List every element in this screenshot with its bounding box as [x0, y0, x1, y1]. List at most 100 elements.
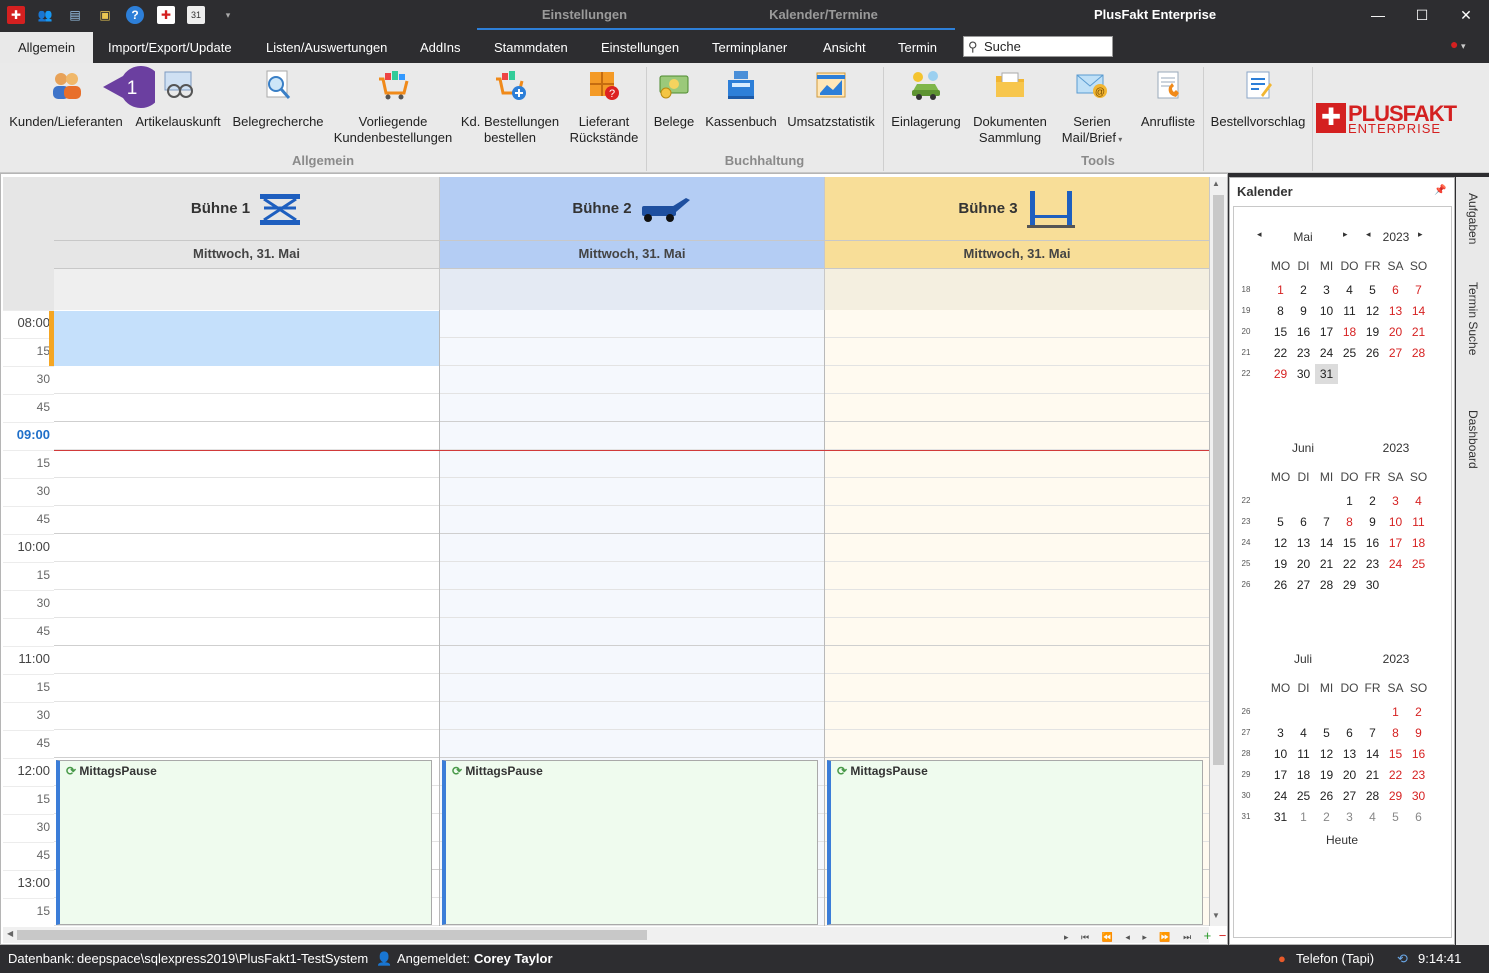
resource-header-buehne-2[interactable]: Bühne 2	[440, 177, 825, 240]
calendar-day[interactable]: 23	[1407, 765, 1430, 785]
calendar-day[interactable]: 30	[1361, 575, 1384, 595]
time-slot[interactable]	[440, 562, 824, 590]
calendar-day[interactable]: 29	[1269, 364, 1292, 384]
calendar-day[interactable]: 7	[1361, 723, 1384, 743]
tab-import-export[interactable]: Import/Export/Update	[90, 32, 250, 63]
time-slot[interactable]	[440, 674, 824, 702]
time-slot[interactable]	[440, 646, 824, 674]
maximize-button[interactable]: ☐	[1399, 0, 1445, 30]
time-slot[interactable]	[825, 450, 1209, 478]
side-tab-aufgaben[interactable]: Aufgaben	[1466, 193, 1480, 244]
selected-time-range[interactable]	[54, 311, 439, 366]
time-slot[interactable]	[440, 618, 824, 646]
pin-icon[interactable]: 📌	[1434, 185, 1446, 196]
calendar-day[interactable]: 27	[1384, 343, 1407, 363]
calendar-day[interactable]: 8	[1338, 512, 1361, 532]
calendar-day[interactable]: 10	[1269, 744, 1292, 764]
customize-qa-icon[interactable]: ▾	[219, 6, 237, 24]
calendar-day[interactable]: 28	[1407, 343, 1430, 363]
calendar-day[interactable]: 6	[1292, 512, 1315, 532]
calendar-day[interactable]: 9	[1407, 723, 1430, 743]
calendar-day[interactable]: 14	[1361, 744, 1384, 764]
calendar-day[interactable]: 31	[1315, 364, 1338, 384]
time-slot[interactable]	[440, 422, 824, 450]
package-quick-icon[interactable]: ▣	[96, 6, 114, 24]
time-slot[interactable]	[440, 310, 824, 338]
calendar-day[interactable]: 7	[1315, 512, 1338, 532]
calendar-day[interactable]: 25	[1292, 786, 1315, 806]
time-slot[interactable]	[54, 590, 439, 618]
calendar-day[interactable]: 31	[1269, 807, 1292, 827]
calendar-day[interactable]: 13	[1292, 533, 1315, 553]
einlagerung-button[interactable]: Einlagerung	[890, 67, 962, 130]
resource-header-buehne-1[interactable]: Bühne 1	[54, 177, 440, 240]
time-slot[interactable]	[825, 730, 1209, 758]
date-header[interactable]: Mittwoch, 31. Mai	[440, 240, 825, 268]
scroll-thumb[interactable]	[17, 930, 647, 940]
document-quick-icon[interactable]: ▤	[66, 6, 84, 24]
bestellvorschlag-button[interactable]: Bestellvorschlag	[1210, 67, 1306, 130]
calendar-day[interactable]: 27	[1338, 786, 1361, 806]
calendar-quick-icon[interactable]: 31	[187, 6, 205, 24]
calendar-day[interactable]: 30	[1292, 364, 1315, 384]
calendar-day[interactable]: 3	[1269, 723, 1292, 743]
time-slot[interactable]	[54, 422, 439, 450]
calendar-day[interactable]: 19	[1361, 322, 1384, 342]
horizontal-scrollbar[interactable]: ◀	[3, 927, 1209, 943]
calendar-day[interactable]: 28	[1361, 786, 1384, 806]
calendar-day[interactable]: 11	[1292, 744, 1315, 764]
calendar-day[interactable]: 4	[1407, 491, 1430, 511]
time-slot[interactable]	[440, 366, 824, 394]
kassenbuch-button[interactable]: Kassenbuch	[705, 67, 777, 130]
calendar-day[interactable]: 2	[1292, 280, 1315, 300]
tab-ansicht[interactable]: Ansicht	[805, 32, 884, 63]
calendar-day[interactable]: 6	[1384, 280, 1407, 300]
belege-button[interactable]: Belege	[652, 67, 696, 130]
next-month-icon[interactable]: ▸	[1343, 229, 1348, 240]
calendar-day[interactable]: 26	[1269, 575, 1292, 595]
belegrecherche-button[interactable]: Belegrecherche	[232, 67, 324, 130]
tab-allgemein[interactable]: Allgemein	[0, 32, 94, 63]
calendar-day[interactable]: 5	[1269, 512, 1292, 532]
time-slot[interactable]	[825, 338, 1209, 366]
time-slot[interactable]	[54, 562, 439, 590]
calendar-day[interactable]: 9	[1292, 301, 1315, 321]
anrufliste-button[interactable]: Anrufliste	[1136, 67, 1200, 130]
calendar-day[interactable]: 27	[1292, 575, 1315, 595]
time-slot[interactable]	[825, 646, 1209, 674]
time-slot[interactable]	[54, 674, 439, 702]
time-slot[interactable]	[54, 702, 439, 730]
tab-addins[interactable]: AddIns	[402, 32, 478, 63]
phone-status[interactable]: Telefon (Tapi)	[1296, 945, 1374, 973]
remove-icon[interactable]: −	[1219, 928, 1227, 943]
time-slot[interactable]	[825, 674, 1209, 702]
time-slot[interactable]	[825, 506, 1209, 534]
calendar-day[interactable]: 13	[1338, 744, 1361, 764]
time-slot[interactable]	[825, 534, 1209, 562]
calendar-day[interactable]: 6	[1407, 807, 1430, 827]
prev-month-icon[interactable]: ◂	[1257, 229, 1262, 240]
time-slot[interactable]	[440, 702, 824, 730]
help-icon[interactable]: ?	[126, 6, 144, 24]
calendar-day[interactable]: 4	[1361, 807, 1384, 827]
time-slot[interactable]	[440, 450, 824, 478]
context-tab-kalender[interactable]: Kalender/Termine	[692, 0, 955, 30]
artikelauskunft-button[interactable]: Artikelauskunft	[134, 67, 222, 130]
calendar-day[interactable]: 3	[1384, 491, 1407, 511]
close-button[interactable]: ✕	[1443, 0, 1489, 30]
time-slot[interactable]	[54, 506, 439, 534]
calendar-day[interactable]: 22	[1269, 343, 1292, 363]
ribbon-badge-icon[interactable]: ● ▾	[1450, 36, 1466, 52]
time-slot[interactable]	[825, 366, 1209, 394]
calendar-day[interactable]: 18	[1338, 322, 1361, 342]
resource-navigator[interactable]: ▸ ⏮ ⏪ ◂ ▸ ⏩ ⏭ + −	[1064, 928, 1226, 943]
calendar-day[interactable]: 15	[1384, 744, 1407, 764]
calendar-day[interactable]: 1	[1384, 702, 1407, 722]
umsatzstatistik-button[interactable]: Umsatzstatistik	[786, 67, 876, 130]
time-slot[interactable]	[54, 450, 439, 478]
context-tab-einstellungen[interactable]: Einstellungen	[477, 0, 692, 30]
calendar-day[interactable]: 22	[1338, 554, 1361, 574]
time-slot[interactable]	[440, 590, 824, 618]
calendar-day[interactable]: 2	[1361, 491, 1384, 511]
calendar-day[interactable]: 23	[1292, 343, 1315, 363]
